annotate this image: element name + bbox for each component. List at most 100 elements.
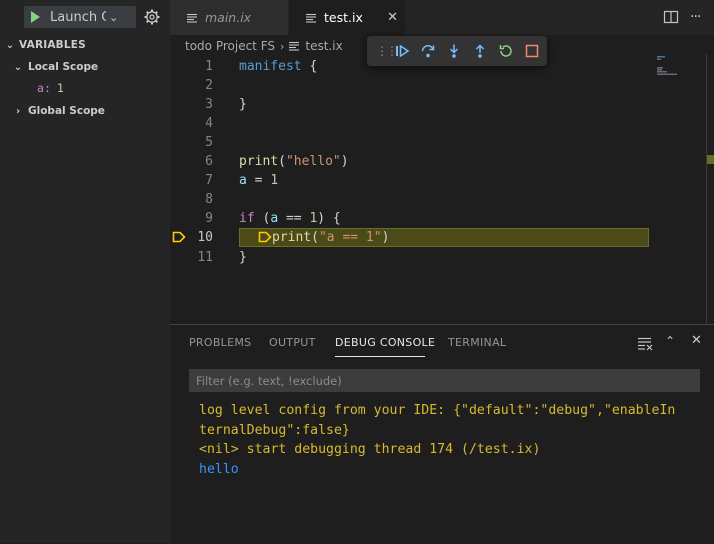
line-number: 8 (205, 192, 213, 207)
continue-icon[interactable] (394, 43, 410, 59)
chevron-down-icon[interactable]: ⌄ (109, 11, 118, 24)
code-line: 9 if (a == 1) { (170, 209, 650, 228)
file-lines-icon (187, 13, 197, 23)
variable-value: 1 (56, 81, 64, 95)
line-number: 9 (205, 211, 213, 226)
variable-colon: : (43, 81, 51, 95)
tab-main-ix[interactable]: main.ix (170, 0, 288, 35)
local-scope-label: Local Scope (28, 61, 99, 73)
gear-icon[interactable] (143, 8, 161, 26)
code-token: } (239, 250, 247, 265)
line-number: 4 (205, 116, 213, 131)
code-line-current: 10 print("a == 1") (170, 228, 650, 247)
launch-config-dropdown[interactable]: Launch Cu ⌄ (24, 6, 136, 28)
tab-test-ix[interactable]: test.ix ✕ (289, 0, 406, 35)
chevron-right-icon: › (280, 39, 285, 53)
line-number: 2 (205, 78, 213, 93)
editor-scrollbar[interactable] (706, 54, 714, 324)
variables-section-header[interactable]: ⌄ VARIABLES (0, 34, 170, 56)
start-debugging-icon[interactable] (31, 11, 40, 23)
more-actions-icon[interactable]: ··· (690, 9, 701, 25)
variable-name: a (37, 81, 44, 95)
code-token: "a == 1" (318, 230, 382, 245)
console-line: hello (199, 461, 239, 477)
breadcrumb-file[interactable]: test.ix (305, 39, 342, 53)
line-number: 7 (205, 173, 213, 188)
maximize-panel-icon[interactable]: ⌃ (665, 334, 675, 348)
code-token: 1 (270, 173, 279, 188)
active-tab-indicator (335, 356, 425, 357)
global-scope-label: Global Scope (28, 105, 105, 117)
line-number: 1 (205, 59, 213, 74)
code-token: print (239, 154, 279, 169)
restart-icon[interactable] (498, 43, 514, 59)
minimap[interactable] (655, 54, 681, 84)
file-lines-icon (306, 13, 316, 23)
tab-debug-console[interactable]: DEBUG CONSOLE (335, 336, 435, 349)
code-editor[interactable]: 1 manifest { 2 3 } 4 5 6 print("hello") … (170, 54, 714, 324)
code-token: ( (254, 211, 271, 226)
variables-header-label: VARIABLES (19, 39, 86, 51)
variable-row[interactable]: a: 1 (0, 77, 170, 99)
code-token: ( (278, 154, 286, 169)
bottom-panel: PROBLEMS OUTPUT DEBUG CONSOLE TERMINAL ⌃… (170, 324, 714, 544)
code-token: if (239, 211, 255, 226)
code-token: } (239, 97, 247, 112)
tab-output[interactable]: OUTPUT (269, 336, 316, 349)
breadcrumb: todo Project FS › test.ix (185, 38, 343, 54)
debug-launch-bar: Launch Cu ⌄ (0, 0, 170, 35)
code-token: a (239, 173, 247, 188)
line-number: 11 (197, 250, 213, 265)
tab-label: main.ix (205, 10, 252, 25)
code-token: "hello" (285, 154, 341, 169)
drag-handle-icon[interactable]: ⋮⋮ (376, 44, 398, 58)
launch-config-label: Launch Cu (50, 9, 106, 25)
code-line: 8 (170, 190, 650, 209)
console-line: ternalDebug":false} (199, 422, 350, 438)
code-line: 5 (170, 133, 650, 152)
code-line: 6 print("hello") (170, 152, 650, 171)
console-line: <nil> start debugging thread 174 (/test.… (199, 442, 541, 457)
close-panel-icon[interactable]: ✕ (691, 333, 702, 348)
code-token: print (272, 230, 312, 245)
step-out-icon[interactable] (472, 43, 488, 59)
tab-label: test.ix (324, 10, 363, 25)
stop-icon[interactable] (524, 43, 540, 59)
breadcrumb-folder[interactable]: todo Project FS (185, 39, 275, 53)
debug-sidebar: Launch Cu ⌄ ⌄ VARIABLES ⌄ Local Scope a:… (0, 0, 170, 543)
file-lines-icon (289, 41, 300, 51)
code-token: ) { (317, 211, 341, 226)
step-over-icon[interactable] (420, 43, 436, 59)
line-number: 10 (197, 230, 213, 245)
code-line: 11 } (170, 248, 650, 267)
editor-tab-bar: main.ix test.ix ✕ ··· (170, 0, 714, 35)
console-line: log level config from your IDE: {"defaul… (199, 403, 676, 418)
step-into-icon[interactable] (446, 43, 462, 59)
console-filter-input[interactable] (189, 369, 700, 392)
code-token: == (278, 211, 310, 226)
code-token: { (301, 59, 318, 74)
tab-problems[interactable]: PROBLEMS (189, 336, 251, 349)
code-token: = (246, 173, 271, 188)
local-scope-node[interactable]: ⌄ Local Scope (0, 56, 170, 78)
code-line: 4 (170, 114, 650, 133)
close-icon[interactable]: ✕ (387, 10, 398, 25)
code-token: a (270, 211, 279, 226)
chevron-down-icon: ⌄ (5, 39, 15, 51)
code-token: manifest (239, 59, 302, 74)
code-line: 7 a = 1 (170, 171, 650, 190)
chevron-right-icon: › (15, 105, 21, 117)
code-line: 3 } (170, 95, 650, 114)
code-token: ) (381, 230, 390, 245)
inline-stop-icon (258, 231, 272, 243)
tab-terminal[interactable]: TERMINAL (448, 336, 506, 349)
global-scope-node[interactable]: › Global Scope (0, 100, 170, 122)
code-token: ) (340, 154, 349, 169)
debug-toolbar: ⋮⋮ (367, 36, 547, 66)
clear-console-icon[interactable] (637, 335, 653, 351)
scrollbar-current-line-marker (707, 155, 714, 164)
split-editor-icon[interactable] (663, 9, 679, 25)
line-number: 5 (205, 135, 213, 150)
chevron-down-icon: ⌄ (13, 61, 23, 73)
line-number: 3 (205, 97, 213, 112)
